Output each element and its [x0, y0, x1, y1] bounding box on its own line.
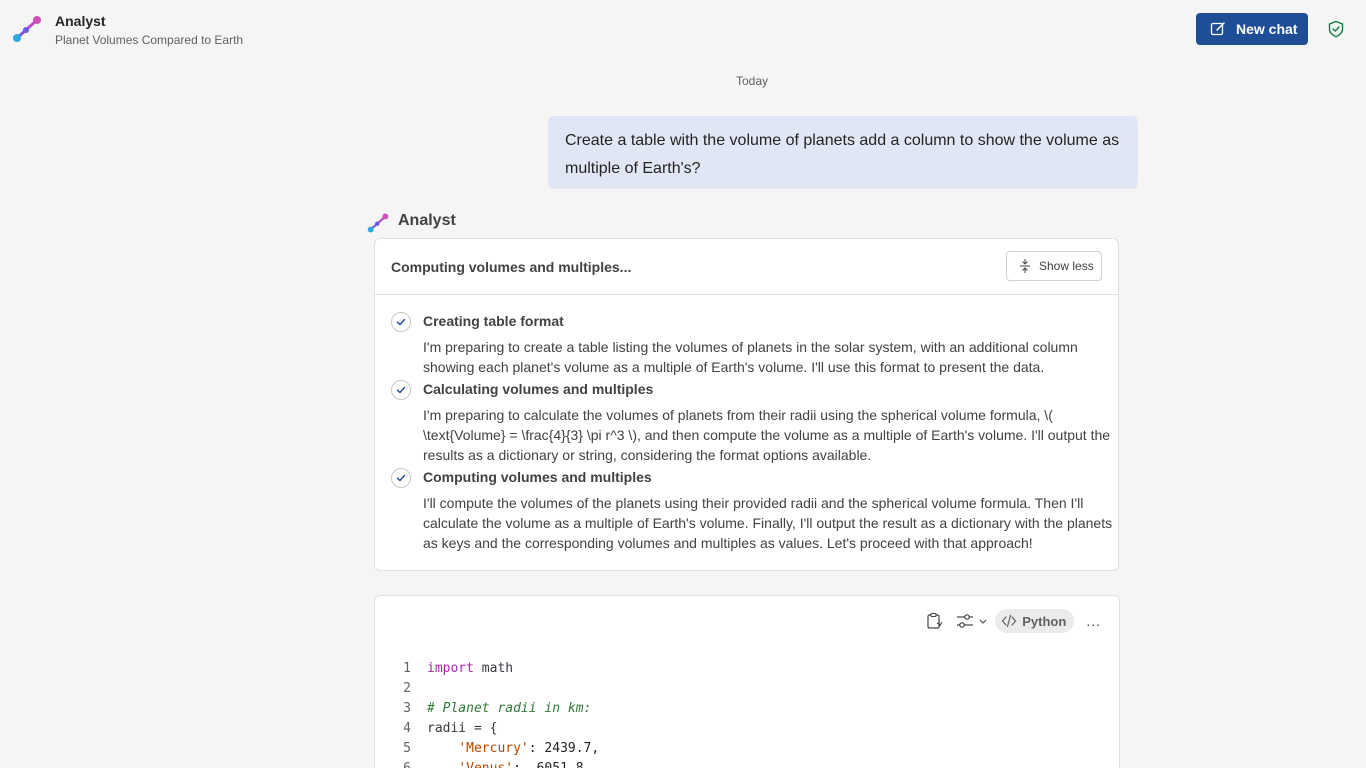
check-icon — [391, 312, 411, 332]
show-less-button[interactable]: Show less — [1006, 251, 1102, 281]
assistant-name: Analyst — [398, 212, 456, 229]
step-body: I'll compute the volumes of the planets … — [423, 495, 1113, 551]
language-label: Python — [1022, 613, 1067, 629]
line-number: 5 — [403, 741, 411, 756]
code-text: : — [528, 741, 545, 756]
app-header: Analyst Planet Volumes Compared to Earth… — [0, 0, 1366, 58]
new-chat-button[interactable]: New chat — [1196, 13, 1308, 45]
code-line: 1 import math — [393, 659, 599, 679]
copy-code-icon[interactable] — [925, 609, 945, 633]
line-number: 4 — [403, 721, 411, 736]
compose-icon — [1210, 22, 1225, 36]
line-number: 3 — [403, 701, 411, 716]
line-number: 1 — [403, 661, 411, 676]
language-chip[interactable]: Python — [995, 609, 1075, 633]
step-title: Computing volumes and multiples — [423, 469, 652, 485]
new-chat-label: New chat — [1236, 21, 1298, 37]
show-less-label: Show less — [1039, 259, 1094, 273]
code-icon — [1001, 614, 1017, 628]
user-message: Create a table with the volume of planet… — [548, 116, 1138, 189]
more-options-button[interactable]: ... — [1086, 613, 1101, 629]
code-number: 2439.7, — [544, 741, 600, 756]
check-icon — [391, 380, 411, 400]
code-line: 2 — [393, 679, 599, 699]
reasoning-title: Computing volumes and multiples... — [391, 259, 632, 275]
code-keyword: import — [427, 661, 474, 676]
reasoning-header: Computing volumes and multiples... Show … — [375, 239, 1118, 295]
step-title: Creating table format — [423, 313, 564, 329]
code-text: radii = { — [427, 721, 498, 736]
analyst-logo-icon — [13, 16, 41, 42]
code-content: 1 import math 2 3 # Planet radii in km: … — [393, 659, 599, 768]
code-text: math — [473, 661, 514, 676]
date-divider: Today — [735, 74, 769, 88]
code-line: 3 # Planet radii in km: — [393, 699, 599, 719]
step-body: I'm preparing to calculate the volumes o… — [423, 407, 1111, 463]
code-text: : — [513, 759, 536, 768]
analyst-avatar-icon — [367, 213, 389, 233]
code-string: 'Mercury' — [458, 741, 529, 756]
chat-subtitle: Planet Volumes Compared to Earth — [55, 33, 244, 47]
app-title: Analyst — [55, 13, 106, 29]
code-line: 4 radii = { — [393, 719, 599, 739]
code-line: 6 'Venus': 6051.8, — [393, 759, 599, 768]
code-string: 'Venus' — [458, 759, 513, 768]
code-line: 5 'Mercury': 2439.7, — [393, 739, 599, 759]
collapse-icon — [1020, 259, 1030, 273]
code-toolbar: Python ... — [925, 609, 1101, 633]
code-number: 6051.8, — [537, 759, 592, 768]
step-body: I'm preparing to create a table listing … — [423, 339, 1078, 375]
shield-check-icon[interactable] — [1327, 20, 1345, 38]
line-number: 6 — [393, 759, 411, 768]
line-number: 2 — [403, 681, 411, 696]
reasoning-card: Computing volumes and multiples... Show … — [374, 238, 1119, 571]
check-icon — [391, 468, 411, 488]
settings-sliders-icon[interactable] — [955, 609, 989, 633]
step-title: Calculating volumes and multiples — [423, 381, 654, 397]
code-comment: # Planet radii in km: — [427, 701, 592, 716]
code-block: Python ... 1 import math 2 3 # Planet ra… — [374, 595, 1120, 768]
